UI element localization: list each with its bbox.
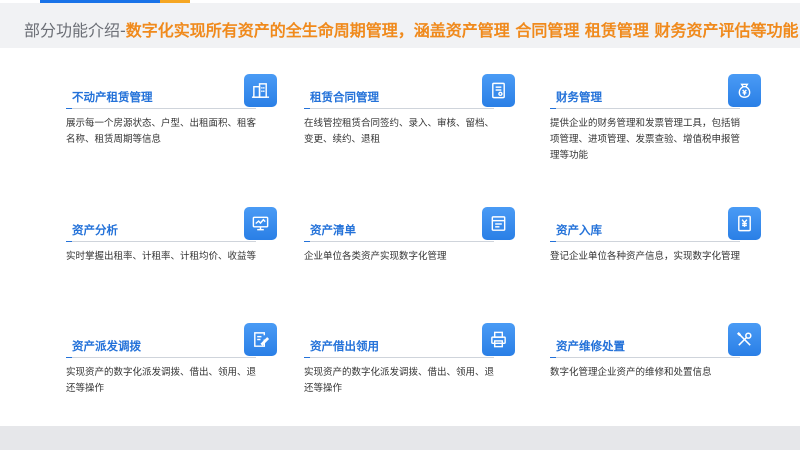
card-description: 实现资产的数字化派发调拨、借出、领用、退还等操作	[304, 367, 495, 394]
card-title: 财务管理	[556, 90, 602, 104]
title-bar: 部分功能介绍-数字化实现所有资产的全生命周期管理，涵盖资产管理 合同管理 租赁管…	[0, 3, 800, 48]
edit-document-icon	[244, 323, 277, 356]
money-bag-icon	[728, 74, 761, 107]
card-description: 登记企业单位各种资产信息，实现数字化管理	[550, 251, 741, 262]
card-divider	[304, 241, 494, 242]
card-description: 实现资产的数字化派发调拨、借出、领用、退还等操作	[66, 367, 257, 394]
card-description: 企业单位各类资产实现数字化管理	[304, 251, 447, 262]
card-description: 实时掌握出租率、计租率、计租均价、收益等	[66, 251, 257, 262]
card-description: 展示每一个房源状态、户型、出租面积、租客名称、租赁周期等信息	[66, 118, 257, 145]
card-divider	[304, 357, 494, 358]
yen-document-icon	[728, 207, 761, 240]
content-panel: 不动产租赁管理 展示每一个房源状态、户型、出租面积、租客名称、租赁周期等信息 租…	[0, 48, 800, 426]
card-divider	[66, 357, 256, 358]
list-icon	[482, 207, 515, 240]
card-divider	[304, 108, 494, 109]
card-divider	[66, 241, 256, 242]
building-icon	[244, 74, 277, 107]
card-title: 不动产租赁管理	[72, 90, 153, 104]
card-divider	[550, 357, 740, 358]
footer-bar	[0, 426, 800, 450]
card-title: 资产派发调拨	[72, 339, 141, 353]
card-divider	[66, 108, 256, 109]
card-description: 数字化管理企业资产的维修和处置信息	[550, 367, 712, 378]
card-title: 资产入库	[556, 223, 602, 237]
page-title-lead: 部分功能介绍-	[24, 21, 126, 40]
card-title: 资产分析	[72, 223, 118, 237]
contract-icon	[482, 74, 515, 107]
card-description: 在线管控租赁合同签约、录入、审核、留档、变更、续约、退租	[304, 118, 495, 145]
card-divider	[550, 241, 740, 242]
page-title: 部分功能介绍-数字化实现所有资产的全生命周期管理，涵盖资产管理 合同管理 租赁管…	[24, 17, 799, 41]
card-title: 资产清单	[310, 223, 356, 237]
monitor-chart-icon	[244, 207, 277, 240]
card-divider	[550, 108, 740, 109]
printer-icon	[482, 323, 515, 356]
card-title: 租赁合同管理	[310, 90, 379, 104]
tools-icon	[728, 323, 761, 356]
card-title: 资产维修处置	[556, 339, 625, 353]
card-title: 资产借出领用	[310, 339, 379, 353]
card-description: 提供企业的财务管理和发票管理工具，包括销项管理、进项管理、发票查验、增值税申报管…	[550, 118, 741, 161]
page-subtitle: 数字化实现所有资产的全生命周期管理，涵盖资产管理 合同管理 租赁管理 财务资产评…	[125, 21, 799, 40]
